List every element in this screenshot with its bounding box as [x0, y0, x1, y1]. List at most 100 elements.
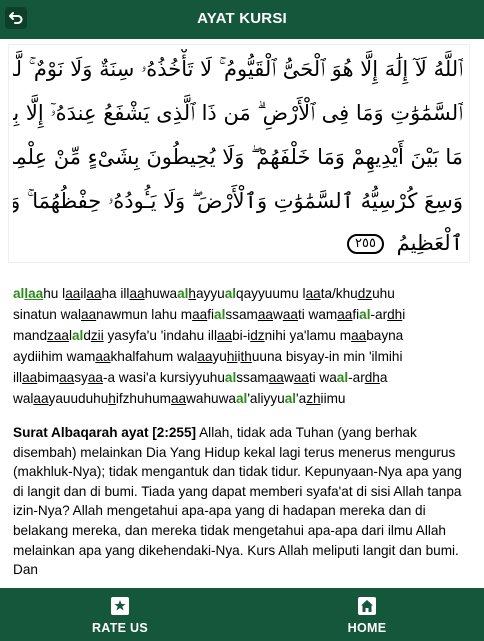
latin-segment: wal — [13, 391, 34, 406]
latin-segment: al — [177, 286, 189, 301]
arabic-line-5-text: ٱلْعَظِيمُ — [396, 231, 463, 255]
home-icon — [361, 600, 373, 612]
latin-segment: al — [336, 370, 349, 385]
latin-segment: i — [402, 307, 406, 322]
latin-segment: 'a — [296, 391, 307, 406]
latin-segment: ta/khu — [320, 286, 358, 301]
latin-segment: ayyu — [195, 286, 225, 301]
latin-segment: -a wasi'a kursiyyuhu — [102, 370, 225, 385]
latin-segment: zh — [306, 391, 321, 406]
latin-segment: aydiihim wam — [13, 349, 96, 364]
latin-segment: -ar — [370, 307, 388, 322]
arabic-verse-image: ٱللَّهُ لَآ إِلَٰهَ إِلَّا هُوَ ٱلْحَىُّ… — [8, 44, 470, 263]
latin-segment: dh — [364, 370, 380, 385]
latin-segment: hu — [43, 286, 63, 301]
latin-segment: aa — [59, 370, 75, 385]
latin-segment: ha ill — [101, 286, 130, 301]
latin-segment: hi — [226, 349, 238, 364]
latin-segment: yauuduhu — [48, 391, 109, 406]
latin-transliteration: allaahu laailaaha illaahuwaalhayyualqayy… — [13, 283, 473, 409]
translation-text: Surat Albaqarah ayat [2:255] Allah, tida… — [13, 423, 475, 588]
latin-segment: al — [359, 307, 371, 322]
latin-segment: al — [224, 370, 237, 385]
latin-segment: aa — [65, 286, 81, 301]
latin-segment: al — [71, 328, 84, 343]
latin-segment: aa — [337, 307, 353, 322]
latin-segment: al — [224, 286, 237, 301]
arabic-line-3: مَا بَيْنَ أَيْدِيهِمْ وَمَا خَلْفَهُمْ … — [13, 145, 463, 169]
translation-body: Allah, tidak ada Tuhan (yang berhak dise… — [13, 425, 462, 578]
latin-segment: aa — [293, 370, 309, 385]
app-header: AYAT KURSI — [0, 0, 484, 39]
latin-segment: uhu — [372, 286, 395, 301]
latin-segment: aa — [268, 370, 284, 385]
latin-segment: aa — [22, 370, 38, 385]
latin-segment: dz — [357, 286, 373, 301]
latin-segment: aa — [33, 391, 49, 406]
latin-segment: aa — [87, 370, 103, 385]
latin-segment: sy — [74, 370, 88, 385]
latin-segment: zaa — [47, 328, 69, 343]
latin-segment: al — [284, 391, 297, 406]
latin-segment: aa — [351, 328, 367, 343]
latin-segment: uuna bisyay-in min 'ilmihi — [251, 349, 403, 364]
latin-line-2: sinatun walaanawmun lahu maafialssamaawa… — [13, 304, 473, 325]
latin-segment: bi-i — [232, 328, 251, 343]
latin-line-1: allaahu laailaaha illaahuwaalhayyualqayy… — [13, 283, 473, 304]
latin-segment: th — [240, 349, 252, 364]
latin-segment: ti wa — [308, 370, 337, 385]
latin-segment: aa — [197, 349, 213, 364]
rate-us-label: RATE US — [91, 621, 149, 635]
latin-segment: mand — [13, 328, 48, 343]
home-button[interactable]: HOME — [307, 588, 427, 641]
latin-segment: h — [188, 286, 196, 301]
latin-segment: nihi ya'lamu m — [264, 328, 352, 343]
latin-segment: sinatun wal — [13, 307, 82, 322]
latin-line-3: mandzaalaldzii yasyfa'u 'indahu illaabi-… — [13, 325, 473, 346]
latin-segment: h — [108, 391, 116, 406]
latin-segment: laa — [24, 286, 44, 301]
latin-segment: qayyuumu l — [236, 286, 306, 301]
latin-line-4: aydiihim wamaakhalfahum walaayuhiithuuna… — [13, 346, 473, 367]
latin-segment: wahuwa — [186, 391, 236, 406]
latin-segment: aa — [95, 349, 111, 364]
latin-segment: a — [379, 370, 388, 385]
latin-segment: ssam — [236, 370, 269, 385]
latin-segment: fi — [207, 307, 215, 322]
latin-segment: khalfahum wal — [110, 349, 198, 364]
home-label: HOME — [347, 621, 387, 635]
latin-segment: iimu — [320, 391, 346, 406]
latin-segment: aa — [216, 328, 233, 343]
latin-line-5: illaabimaasyaa-a wasi'a kursiyyuhualssam… — [13, 367, 473, 388]
latin-segment: 'aliyyu — [247, 391, 285, 406]
latin-segment: w — [283, 370, 294, 385]
rate-us-button[interactable]: RATE US — [60, 588, 180, 641]
latin-segment: aa — [86, 286, 102, 301]
star-icon — [114, 600, 126, 611]
latin-segment: bim — [37, 370, 60, 385]
latin-line-6: walaayauuduhuhifzhuhumaawahuwaal'aliyyua… — [13, 388, 473, 409]
latin-segment: yasyfa'u 'indahu ill — [103, 328, 217, 343]
latin-segment: zii — [90, 328, 104, 343]
latin-segment: al — [235, 391, 248, 406]
latin-segment: aa — [305, 286, 321, 301]
latin-segment: huwa — [144, 286, 178, 301]
latin-segment: yu — [212, 349, 227, 364]
latin-segment: ifzhuhum — [115, 391, 171, 406]
arabic-line-2: ٱلسَّمَٰوَٰتِ وَمَا فِى ٱلْأَرْضِ ۗ مَن … — [13, 101, 463, 125]
latin-segment: dh — [387, 307, 403, 322]
bottom-nav: RATE US HOME — [0, 588, 484, 641]
latin-segment: dz — [250, 328, 265, 343]
latin-segment: d — [83, 328, 91, 343]
latin-segment: aa — [282, 307, 298, 322]
latin-segment: w — [272, 307, 283, 322]
latin-segment: bayna — [366, 328, 404, 343]
latin-segment: ti wam — [297, 307, 338, 322]
latin-segment: aa — [170, 391, 187, 406]
latin-segment: ssam — [225, 307, 258, 322]
ayah-number-badge: ٢٥٥ — [346, 234, 384, 254]
latin-segment: al — [13, 286, 25, 301]
page-title: AYAT KURSI — [197, 10, 287, 27]
verse-source: Surat Albaqarah ayat [2:255] — [13, 425, 197, 440]
latin-segment: aa — [257, 307, 273, 322]
